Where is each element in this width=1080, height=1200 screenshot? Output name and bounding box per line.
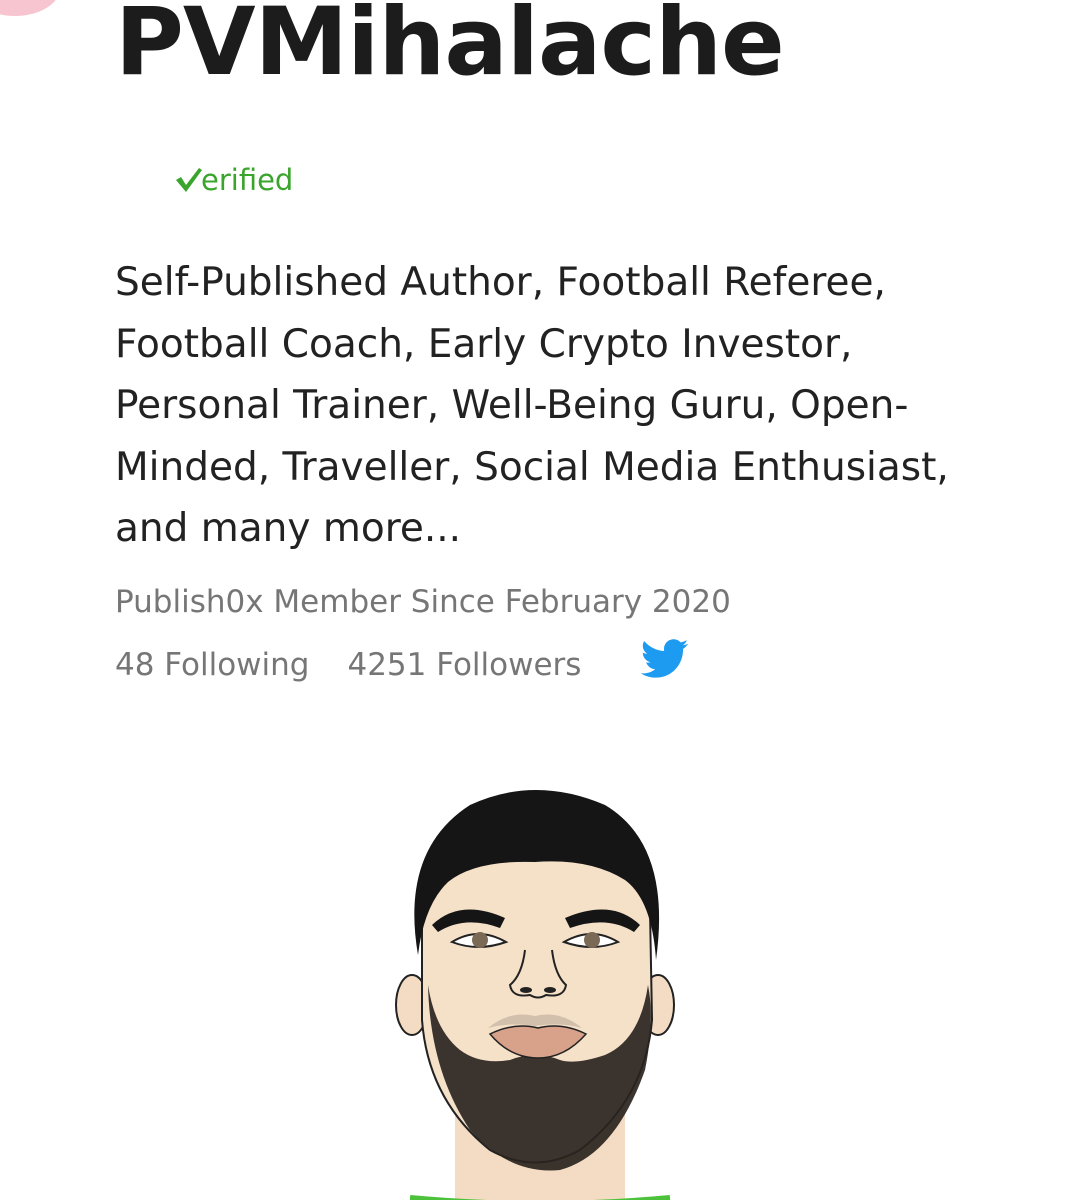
verified-badge: erified [175,160,293,200]
profile-bio: Self-Published Author, Football Referee,… [115,260,949,551]
avatar-left-nostril [520,987,532,993]
following-link[interactable]: 48 Following [115,644,309,686]
verified-label: erified [201,163,294,197]
member-since: Publish0x Member Since February 2020 [115,584,731,620]
twitter-link[interactable] [641,639,689,690]
check-icon [176,168,202,192]
corner-decoration [0,0,60,16]
followers-link[interactable]: 4251 Followers [347,644,581,686]
twitter-icon [641,639,689,678]
profile-stats: 48 Following 4251 Followers [115,639,689,690]
avatar-right-iris [584,932,600,948]
profile-username: PVMihalache [115,0,785,97]
profile-avatar [395,790,675,1200]
avatar-left-iris [472,932,488,948]
avatar-right-nostril [544,987,556,993]
